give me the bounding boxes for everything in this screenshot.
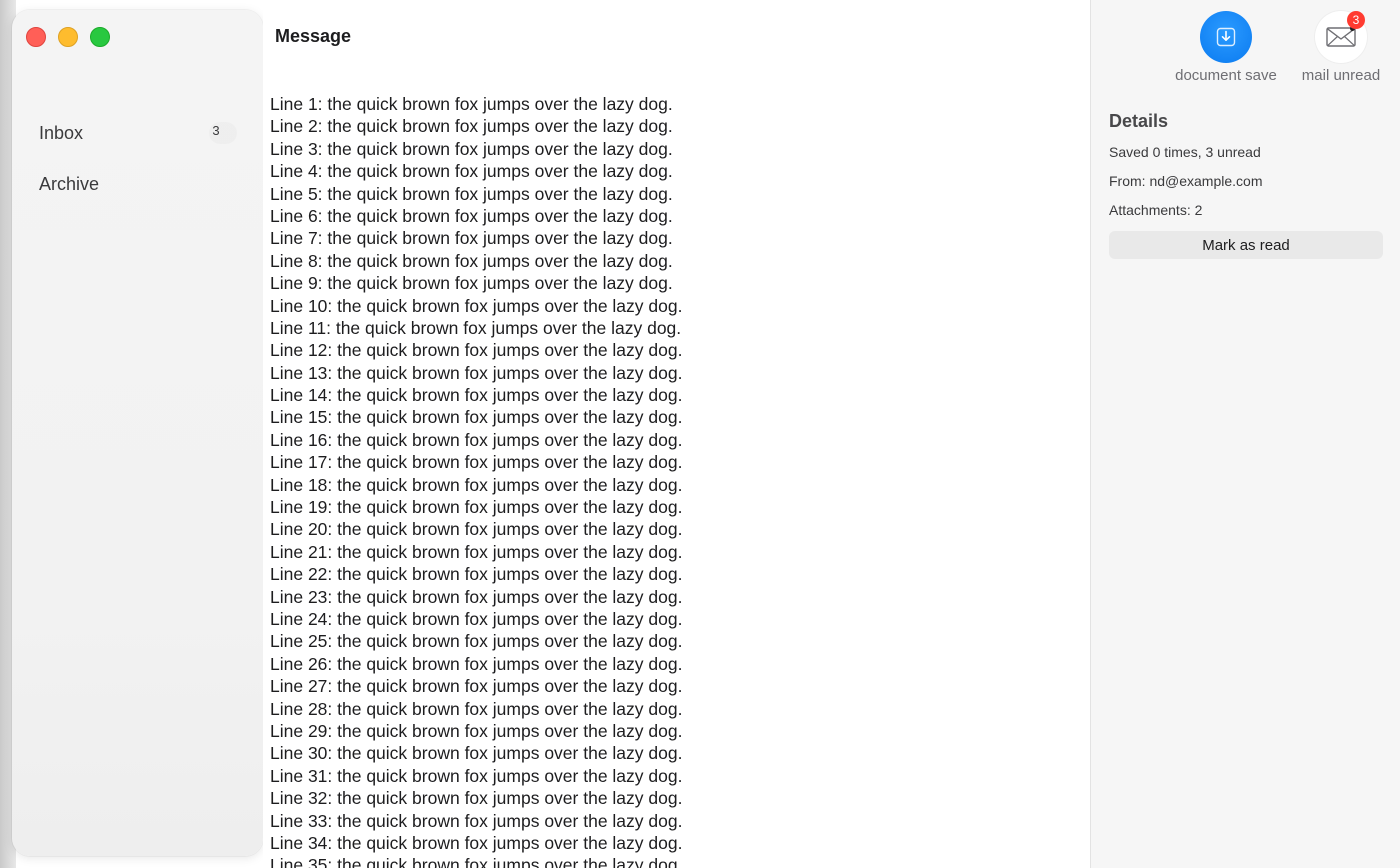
from-address-text: From: nd@example.com bbox=[1109, 173, 1263, 189]
app-window: Inbox 3 Archive Message Line 1: the quic… bbox=[0, 0, 1400, 868]
save-button-circle[interactable] bbox=[1200, 11, 1252, 63]
message-line: Line 16: the quick brown fox jumps over … bbox=[270, 429, 683, 450]
sidebar-item-label: Inbox bbox=[39, 122, 84, 143]
message-line: Line 4: the quick brown fox jumps over t… bbox=[270, 161, 673, 182]
minimize-window-button[interactable] bbox=[58, 27, 78, 47]
message-line: Line 22: the quick brown fox jumps over … bbox=[270, 564, 683, 585]
message-line: Line 9: the quick brown fox jumps over t… bbox=[270, 273, 673, 294]
message-pane: Message Line 1: the quick brown fox jump… bbox=[263, 0, 1090, 868]
message-line: Line 32: the quick brown fox jumps over … bbox=[270, 788, 683, 809]
details-heading: Details bbox=[1109, 111, 1169, 131]
saved-count-text: Saved 0 times, 3 unread bbox=[1109, 144, 1261, 160]
message-line: Line 15: the quick brown fox jumps over … bbox=[270, 407, 683, 428]
message-line: Line 19: the quick brown fox jumps over … bbox=[270, 497, 683, 518]
message-line: Line 1: the quick brown fox jumps over t… bbox=[270, 94, 673, 114]
page-title: Message bbox=[275, 26, 352, 46]
message-line: Line 20: the quick brown fox jumps over … bbox=[270, 519, 683, 540]
close-window-button[interactable] bbox=[26, 27, 46, 47]
message-line: Line 11: the quick brown fox jumps over … bbox=[270, 317, 682, 338]
document-save-button[interactable]: document save bbox=[1166, 11, 1286, 84]
message-line: Line 31: the quick brown fox jumps over … bbox=[270, 765, 683, 786]
message-line: Line 7: the quick brown fox jumps over t… bbox=[270, 228, 673, 249]
mail-button-circle[interactable]: 3 bbox=[1315, 11, 1367, 63]
inspector-panel: document save 3 mail unread Details Save… bbox=[1090, 0, 1400, 868]
message-line: Line 23: the quick brown fox jumps over … bbox=[270, 586, 683, 607]
message-line: Line 28: the quick brown fox jumps over … bbox=[270, 698, 683, 719]
message-line: Line 5: the quick brown fox jumps over t… bbox=[270, 183, 673, 204]
message-line: Line 25: the quick brown fox jumps over … bbox=[270, 631, 683, 652]
message-line: Line 10: the quick brown fox jumps over … bbox=[270, 295, 683, 316]
message-line: Line 3: the quick brown fox jumps over t… bbox=[270, 138, 673, 159]
mail-unread-label: mail unread bbox=[1301, 67, 1381, 84]
sidebar: Inbox 3 Archive bbox=[12, 10, 263, 856]
message-line: Line 21: the quick brown fox jumps over … bbox=[270, 541, 683, 562]
window-controls bbox=[26, 27, 110, 47]
download-icon bbox=[1216, 27, 1236, 47]
message-line: Line 8: the quick brown fox jumps over t… bbox=[270, 250, 673, 271]
mail-unread-badge: 3 bbox=[1347, 11, 1365, 29]
message-line: Line 33: the quick brown fox jumps over … bbox=[270, 810, 683, 831]
sidebar-item-archive[interactable]: Archive bbox=[27, 167, 245, 201]
message-line: Line 26: the quick brown fox jumps over … bbox=[270, 653, 683, 674]
sidebar-item-label: Archive bbox=[39, 173, 100, 194]
message-line: Line 35: the quick brown fox jumps over … bbox=[270, 855, 683, 868]
message-line: Line 17: the quick brown fox jumps over … bbox=[270, 452, 683, 473]
message-line: Line 29: the quick brown fox jumps over … bbox=[270, 720, 683, 741]
message-line: Line 12: the quick brown fox jumps over … bbox=[270, 340, 683, 361]
mark-as-read-button[interactable]: Mark as read bbox=[1109, 231, 1383, 259]
message-line: Line 2: the quick brown fox jumps over t… bbox=[270, 116, 673, 137]
message-line: Line 27: the quick brown fox jumps over … bbox=[270, 676, 683, 697]
message-line: Line 6: the quick brown fox jumps over t… bbox=[270, 205, 673, 226]
mail-unread-button[interactable]: 3 mail unread bbox=[1281, 11, 1400, 84]
message-line: Line 14: the quick brown fox jumps over … bbox=[270, 385, 683, 406]
sidebar-item-inbox[interactable]: Inbox 3 bbox=[27, 116, 245, 150]
message-line: Line 34: the quick brown fox jumps over … bbox=[270, 832, 683, 853]
document-save-label: document save bbox=[1175, 67, 1277, 84]
message-line: Line 30: the quick brown fox jumps over … bbox=[270, 743, 683, 764]
unread-count-badge: 3 bbox=[212, 123, 220, 138]
message-line: Line 18: the quick brown fox jumps over … bbox=[270, 474, 683, 495]
message-line: Line 24: the quick brown fox jumps over … bbox=[270, 608, 683, 629]
attachments-count-text: Attachments: 2 bbox=[1109, 202, 1203, 218]
zoom-window-button[interactable] bbox=[90, 27, 110, 47]
envelope-icon bbox=[1326, 26, 1356, 47]
message-body: Line 1: the quick brown fox jumps over t… bbox=[270, 93, 682, 868]
message-line: Line 13: the quick brown fox jumps over … bbox=[270, 362, 683, 383]
